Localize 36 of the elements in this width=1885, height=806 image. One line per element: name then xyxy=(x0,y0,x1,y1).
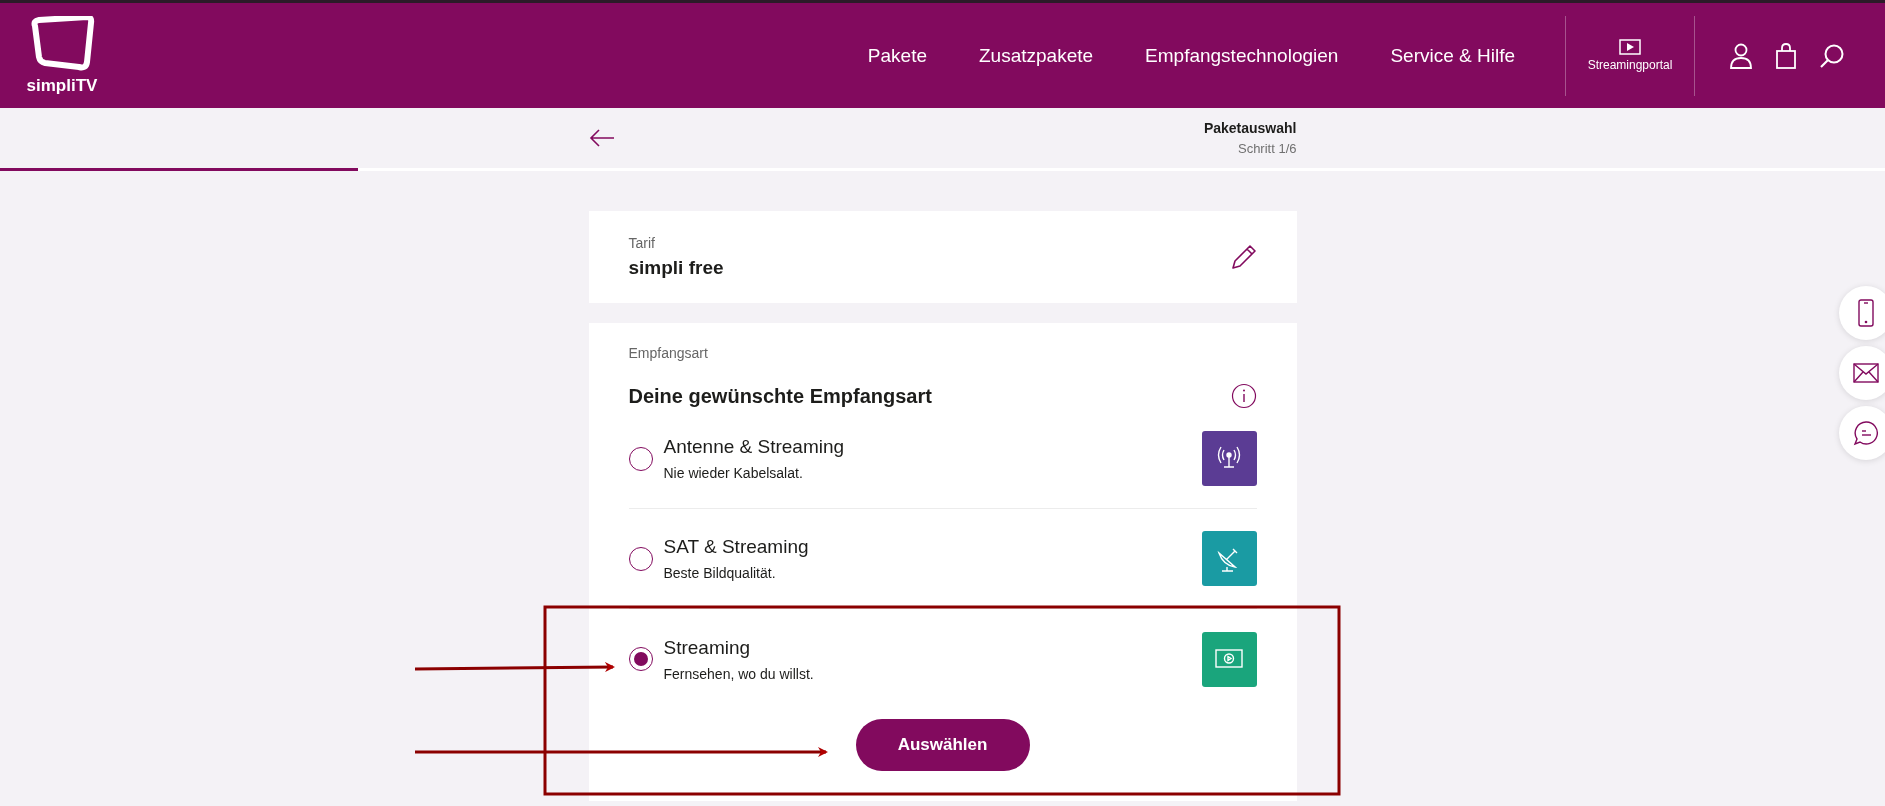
tariff-label: Tarif xyxy=(628,235,656,251)
radio-button[interactable] xyxy=(628,647,653,671)
section-label: Empfangsart xyxy=(628,345,709,361)
tariff-value: simpli free xyxy=(628,257,724,279)
option-title[interactable]: SAT & Streaming xyxy=(663,536,1202,558)
info-icon[interactable] xyxy=(1230,383,1257,409)
back-arrow-icon xyxy=(588,129,615,147)
option-description: Beste Bildqualität. xyxy=(663,565,777,581)
mail-icon xyxy=(1853,363,1879,383)
play-icon xyxy=(1619,39,1641,55)
section-heading: Deine gewünschte Empfangsart xyxy=(628,384,932,408)
phone-icon xyxy=(1857,299,1875,327)
edit-icon[interactable] xyxy=(1230,244,1257,270)
step-title: Paketauswahl xyxy=(1203,120,1297,136)
option-title[interactable]: Antenne & Streaming xyxy=(663,436,1202,458)
account-icon[interactable] xyxy=(1729,42,1753,69)
select-button[interactable]: Auswählen xyxy=(855,719,1030,771)
streaming-portal-link[interactable]: Streamingportal xyxy=(1566,39,1694,72)
logo-text[interactable]: simpliTV xyxy=(26,75,98,96)
chat-button[interactable] xyxy=(1839,406,1885,460)
step-counter: Schritt 1/6 xyxy=(1236,141,1297,156)
search-icon[interactable] xyxy=(1819,42,1845,69)
phone-button[interactable] xyxy=(1839,286,1885,340)
bag-icon[interactable] xyxy=(1775,42,1797,69)
nav-link[interactable]: Zusatzpakete xyxy=(979,44,1094,67)
nav-link[interactable]: Service & Hilfe xyxy=(1390,44,1515,67)
chat-icon xyxy=(1853,420,1879,446)
radio-button[interactable] xyxy=(628,546,653,571)
option-description: Fernsehen, wo du willst. xyxy=(663,665,815,682)
nav-link[interactable]: Empfangstechnologien xyxy=(1145,44,1339,67)
back-button[interactable] xyxy=(588,129,615,147)
option-title[interactable]: Streaming xyxy=(663,636,1202,659)
mail-button[interactable] xyxy=(1839,346,1885,400)
radio-button[interactable] xyxy=(628,446,653,471)
nav-link[interactable]: Pakete xyxy=(867,44,927,67)
option-description: Nie wieder Kabelsalat. xyxy=(663,465,804,481)
